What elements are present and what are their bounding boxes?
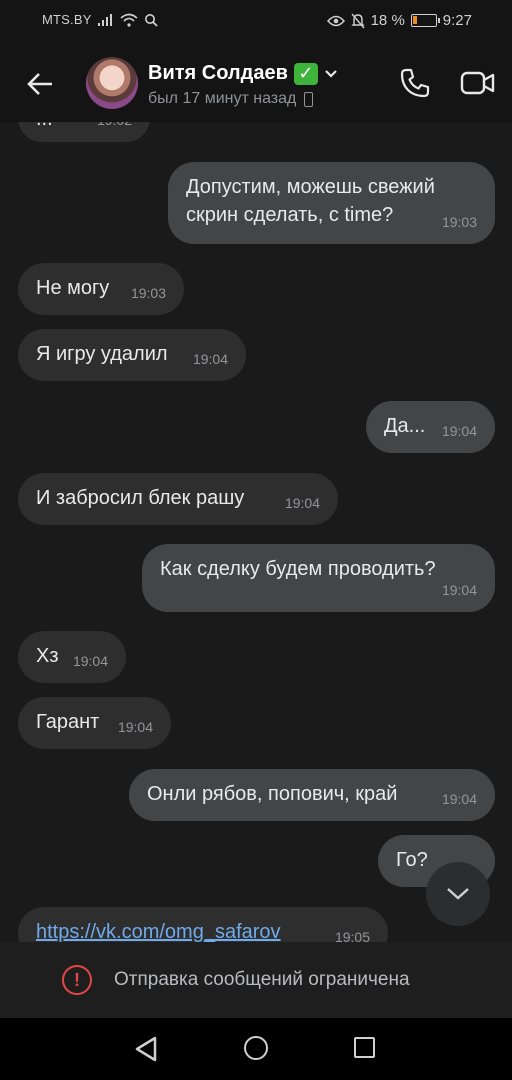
arrow-left-icon	[27, 73, 52, 95]
battery-level	[412, 16, 417, 24]
message-list[interactable]: ... 19:02 Допустим, можешь свежий скрин …	[0, 122, 512, 942]
message-text: Гарант	[36, 711, 100, 733]
nav-recent-apps-icon[interactable]	[354, 1037, 375, 1058]
battery-percent: 18 %	[370, 12, 405, 29]
message-time: 19:04	[441, 582, 477, 598]
message-text: Я игру удалил	[36, 343, 168, 365]
video-camera-icon	[460, 71, 495, 95]
mobile-device-icon	[304, 91, 314, 107]
message-time: 19:05	[334, 929, 370, 942]
status-left: MTS.BY	[42, 12, 158, 27]
message-bubble[interactable]: Да... 19:04	[366, 401, 495, 453]
message-text: И забросил блек рашу	[36, 487, 245, 509]
wifi-icon	[120, 13, 138, 27]
message-text: Не могу	[36, 277, 110, 299]
message-time: 19:04	[192, 351, 228, 367]
video-call-button[interactable]	[458, 64, 498, 102]
chevron-down-icon	[447, 888, 469, 900]
status-bar: MTS.BY 18 % 9:27	[0, 0, 512, 44]
message-text: Хз	[36, 645, 59, 667]
message-time: 19:04	[441, 791, 477, 807]
message-time: 19:04	[117, 719, 153, 735]
avatar[interactable]	[86, 57, 138, 109]
message-time: 19:02	[97, 122, 132, 134]
restriction-text: Отправка сообщений ограничена	[114, 969, 410, 990]
message-time: 19:03	[130, 285, 166, 301]
message-time: 19:04	[72, 653, 108, 669]
status-right: 18 % 9:27	[326, 12, 472, 29]
message-bubble[interactable]: Не могу 19:03	[18, 263, 184, 315]
message-text: Допустим, можешь свежий скрин сделать, с…	[186, 176, 435, 226]
message-text: Как сделку будем проводить?	[160, 558, 436, 580]
signal-icon	[97, 13, 112, 26]
clock: 9:27	[442, 12, 472, 29]
call-button[interactable]	[396, 64, 434, 102]
chat-header: Витя Солдаев ✓ был 17 минут назад	[0, 44, 512, 122]
message-bubble[interactable]: Допустим, можешь свежий скрин сделать, с…	[168, 162, 495, 244]
message-link[interactable]: https://vk.com/omg_safarov	[36, 921, 281, 942]
verified-icon: ✓	[293, 62, 318, 85]
message-bubble[interactable]: ... 19:02	[18, 122, 150, 142]
messaging-restricted-banner: ! Отправка сообщений ограничена	[0, 942, 512, 1018]
message-text: Го?	[396, 849, 428, 871]
contact-status: был 17 минут назад	[148, 90, 314, 108]
back-button[interactable]	[22, 66, 58, 102]
phone-icon	[400, 68, 430, 98]
contact-name-row[interactable]: Витя Солдаев ✓	[148, 62, 338, 85]
message-time: 19:04	[284, 495, 320, 511]
chevron-down-icon	[325, 69, 337, 78]
last-seen-label: был 17 минут назад	[148, 90, 297, 107]
bell-muted-icon	[350, 13, 365, 28]
search-icon	[144, 13, 158, 27]
message-bubble[interactable]: Хз 19:04	[18, 631, 126, 683]
message-text: Да...	[384, 415, 426, 437]
system-nav-bar	[0, 1018, 512, 1080]
message-time: 19:04	[441, 423, 477, 439]
message-bubble[interactable]: И забросил блек рашу 19:04	[18, 473, 338, 525]
eye-icon	[326, 15, 345, 26]
nav-back-icon[interactable]	[134, 1036, 158, 1062]
carrier-label: MTS.BY	[42, 12, 92, 27]
scroll-down-button[interactable]	[426, 862, 490, 926]
warning-icon: !	[62, 965, 92, 995]
nav-home-icon[interactable]	[244, 1036, 268, 1060]
message-text: ...	[36, 122, 53, 130]
message-text: Онли рябов, попович, край	[147, 783, 398, 805]
message-bubble[interactable]: Я игру удалил 19:04	[18, 329, 246, 381]
battery-icon	[410, 14, 440, 27]
message-bubble[interactable]: https://vk.com/omg_safarov 19:05	[18, 907, 388, 942]
message-time: 19:03	[441, 214, 477, 230]
message-bubble[interactable]: Онли рябов, попович, край 19:04	[129, 769, 495, 821]
message-bubble[interactable]: Гарант 19:04	[18, 697, 171, 749]
contact-name: Витя Солдаев	[148, 62, 288, 84]
message-bubble[interactable]: Как сделку будем проводить? 19:04	[142, 544, 495, 612]
